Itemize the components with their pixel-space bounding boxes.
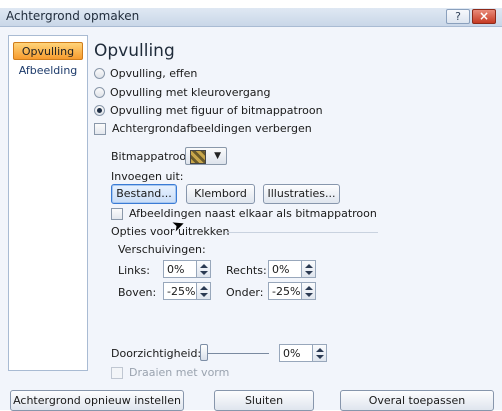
spin-down-icon: [305, 271, 313, 275]
transparency-value: 0%: [283, 347, 301, 360]
offset-left-spinner[interactable]: [196, 260, 211, 278]
spin-up-icon: [305, 286, 313, 290]
stretch-options-title: Opties voor uitrekken: [111, 225, 230, 238]
sidebar-item-picture[interactable]: Afbeelding: [13, 62, 83, 80]
offset-top-label: Boven:: [118, 286, 157, 299]
spin-up-icon: [200, 264, 208, 268]
close-window-button[interactable]: ×: [472, 9, 496, 24]
help-button[interactable]: ?: [446, 9, 470, 24]
offset-right-input[interactable]: 0%: [268, 260, 316, 278]
offset-left-value: 0%: [167, 263, 185, 276]
dialog-body: Opvulling Afbeelding Opvulling Opvulling…: [0, 27, 502, 411]
rotate-with-shape-label: Draaien met vorm: [129, 366, 230, 379]
transparency-slider-track[interactable]: [203, 353, 269, 354]
spin-up-icon: [305, 264, 313, 268]
sidebar: Opvulling Afbeelding: [8, 35, 88, 371]
bitmap-pattern-dropdown[interactable]: ▼: [185, 147, 227, 165]
insert-clipboard-button[interactable]: Klembord: [186, 184, 255, 204]
sidebar-item-label: Afbeelding: [18, 64, 78, 77]
offset-right-label: Rechts:: [226, 264, 267, 277]
fill-picture-label: Opvulling met figuur of bitmappatroon: [110, 104, 323, 117]
insert-from-label: Invoegen uit:: [111, 170, 184, 183]
offset-bottom-input[interactable]: -25%: [268, 282, 316, 300]
insert-clipart-label: Illustraties...: [267, 187, 336, 200]
apply-all-label: Overal toepassen: [368, 394, 466, 407]
help-icon: ?: [455, 10, 461, 23]
offset-top-input[interactable]: -25%: [163, 282, 211, 300]
tile-label: Afbeeldingen naast elkaar als bitmappatr…: [129, 207, 377, 220]
offset-left-input[interactable]: 0%: [163, 260, 211, 278]
rotate-with-shape-checkbox[interactable]: [111, 367, 123, 379]
spin-up-icon: [316, 348, 324, 352]
close-icon: ×: [478, 9, 490, 23]
insert-clipart-button[interactable]: Illustraties...: [263, 184, 340, 204]
panel-title: Opvulling: [94, 41, 175, 61]
chevron-down-icon: ▼: [214, 151, 221, 161]
sidebar-item-label: Opvulling: [21, 45, 75, 58]
hide-background-checkbox[interactable]: [94, 123, 106, 135]
close-dialog-label: Sluiten: [244, 394, 284, 407]
top-strip: [0, 0, 502, 8]
fill-gradient-radio[interactable]: [94, 87, 105, 98]
title-bar: Achtergrond opmaken ? ×: [0, 8, 502, 27]
transparency-input[interactable]: 0%: [279, 344, 327, 362]
offset-bottom-spinner[interactable]: [301, 282, 316, 300]
offset-bottom-label: Onder:: [226, 286, 264, 299]
sidebar-item-fill[interactable]: Opvulling: [13, 42, 83, 60]
spin-down-icon: [316, 355, 324, 359]
transparency-slider-thumb[interactable]: [200, 344, 208, 361]
reset-background-label: Achtergrond opnieuw instellen: [13, 394, 181, 407]
insert-file-button[interactable]: Bestand...: [111, 184, 177, 204]
insert-clipboard-label: Klembord: [194, 187, 247, 200]
offset-top-value: -25%: [167, 285, 196, 298]
insert-file-label: Bestand...: [116, 187, 172, 200]
offset-right-spinner[interactable]: [301, 260, 316, 278]
apply-all-button[interactable]: Overal toepassen: [340, 390, 494, 411]
hide-background-label: Achtergrondafbeeldingen verbergen: [112, 122, 312, 135]
spin-down-icon: [305, 293, 313, 297]
tile-checkbox[interactable]: [111, 208, 123, 220]
spin-up-icon: [200, 286, 208, 290]
fill-solid-radio[interactable]: [94, 68, 105, 79]
offset-right-value: 0%: [272, 263, 290, 276]
window-title: Achtergrond opmaken: [6, 9, 140, 23]
section-divider: [226, 232, 378, 233]
offset-left-label: Links:: [118, 264, 150, 277]
fill-picture-radio[interactable]: [94, 105, 105, 116]
fill-solid-label: Opvulling, effen: [110, 67, 198, 80]
bitmap-pattern-label: Bitmappatroon:: [111, 150, 197, 163]
offset-top-spinner[interactable]: [196, 282, 211, 300]
transparency-label: Doorzichtigheid:: [111, 347, 202, 360]
pattern-swatch-icon: [190, 150, 206, 164]
offsets-label: Verschuivingen:: [118, 243, 206, 256]
reset-background-button[interactable]: Achtergrond opnieuw instellen: [10, 390, 184, 411]
spin-down-icon: [200, 271, 208, 275]
transparency-spinner[interactable]: [312, 344, 327, 362]
offset-bottom-value: -25%: [272, 285, 301, 298]
spin-down-icon: [200, 293, 208, 297]
fill-gradient-label: Opvulling met kleurovergang: [110, 86, 271, 99]
close-dialog-button[interactable]: Sluiten: [214, 390, 314, 411]
